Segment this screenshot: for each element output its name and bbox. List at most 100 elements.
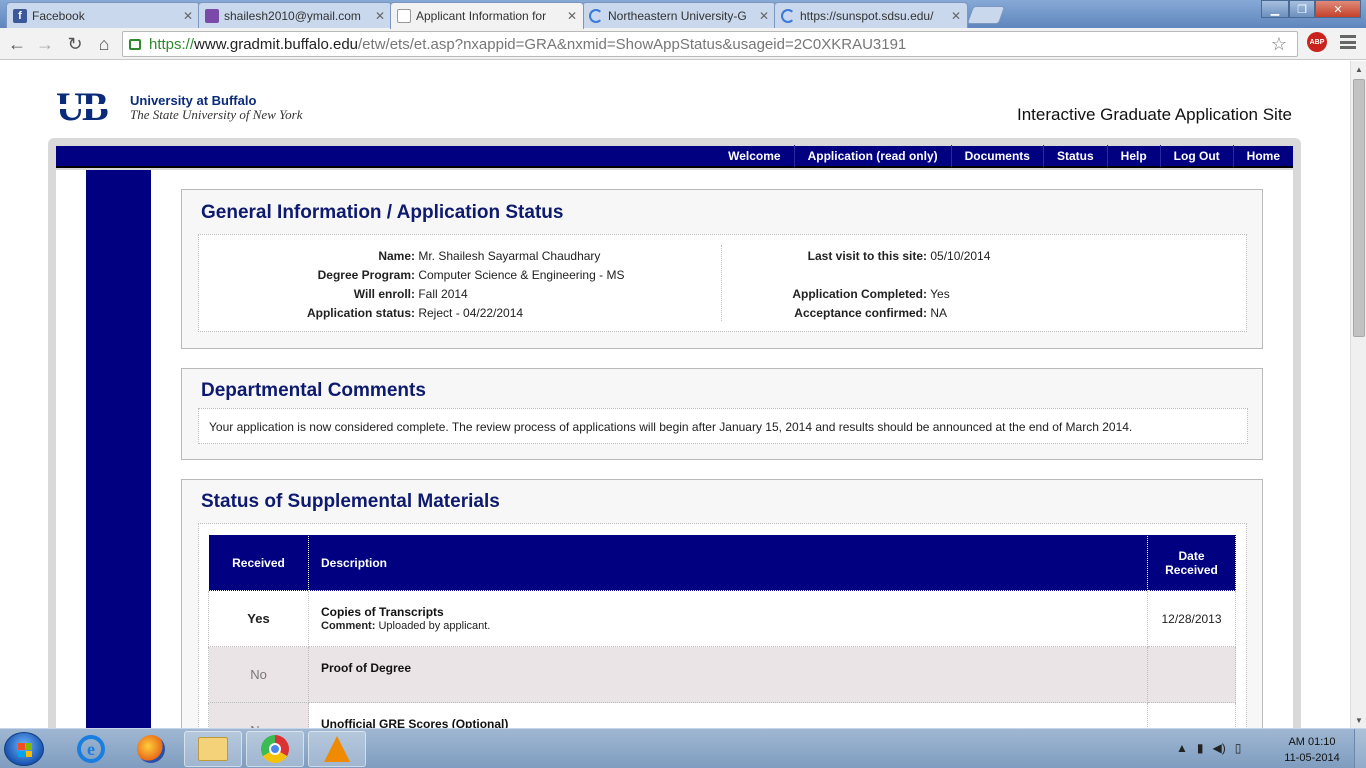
browser-tabstrip: f Facebook ✕ shailesh2010@ymail.com ✕ Ap… [0,0,1366,29]
comments-text: Your application is now considered compl… [209,420,1133,434]
info-name: Name: Mr. Shailesh Sayarmal Chaudhary [378,249,601,263]
loading-icon [781,8,795,23]
nav-status[interactable]: Status [1042,145,1107,167]
tab-title: Facebook [32,8,85,23]
comments-box: Your application is now considered compl… [198,408,1248,444]
col-received: Received [208,534,309,591]
firefox-icon [137,735,165,763]
address-bar[interactable]: https://www.gradmit.buffalo.edu/etw/ets/… [122,31,1298,57]
taskbar-chrome[interactable] [246,731,304,767]
close-tab-icon[interactable]: ✕ [375,9,385,23]
system-tray: ▲ ▮ ◀) ▯ [1176,741,1241,755]
home-icon[interactable]: ⌂ [92,32,116,56]
close-tab-icon[interactable]: ✕ [951,9,961,23]
general-info-heading: General Information / Application Status [201,202,564,223]
tab-title: Applicant Information for [416,9,547,23]
table-row: No Proof of Degree [208,646,1236,703]
nav-logout[interactable]: Log Out [1159,145,1233,167]
supplemental-panel: Status of Supplemental Materials Receive… [181,479,1263,728]
received-cell: Yes [208,590,309,647]
url-scheme: https:// [149,35,195,53]
material-title: Unofficial GRE Scores (Optional) [321,717,509,728]
supplemental-heading: Status of Supplemental Materials [201,491,500,512]
browser-tab-sdsu[interactable]: https://sunspot.sdsu.edu/ ✕ [774,2,968,28]
taskbar-ie[interactable]: e [62,731,120,767]
vertical-scrollbar[interactable]: ▲ ▼ [1350,61,1366,728]
new-tab-button[interactable] [966,6,1006,24]
scroll-up-icon[interactable]: ▲ [1351,61,1366,77]
minimize-button[interactable]: ▁ [1261,0,1289,18]
volume-icon[interactable]: ◀) [1213,741,1226,755]
info-will-enroll: Will enroll: Fall 2014 [353,287,468,301]
comments-panel: Departmental Comments Your application i… [181,368,1263,460]
nav-help[interactable]: Help [1106,145,1160,167]
maximize-button[interactable]: ❐ [1289,0,1315,18]
bookmark-star-icon[interactable]: ☆ [1271,34,1287,55]
info-last-visit: Last visit to this site: 05/10/2014 [807,249,991,263]
forward-arrow-icon[interactable]: → [33,32,57,56]
power-icon[interactable]: ▯ [1235,741,1242,755]
url-path: /etw/ets/et.asp?nxappid=GRA&nxmid=ShowAp… [358,35,907,53]
network-icon[interactable]: ▮ [1197,741,1204,755]
clock-time: AM 01:10 [1288,736,1336,748]
adblock-icon[interactable]: ABP [1307,32,1327,52]
taskbar-vlc[interactable] [308,731,366,767]
loading-icon [589,8,603,23]
taskbar-explorer[interactable] [184,731,242,767]
close-tab-icon[interactable]: ✕ [183,9,193,23]
col-description: Description [308,534,1148,591]
internet-explorer-icon: e [77,735,105,763]
top-nav: Welcome Application (read only) Document… [56,145,1293,168]
tab-title: shailesh2010@ymail.com [224,8,361,23]
description-cell: Proof of Degree [308,646,1148,703]
browser-tab-northeastern[interactable]: Northeastern University-G ✕ [582,2,776,28]
browser-toolbar: ← → ↻ ⌂ https://www.gradmit.buffalo.edu /… [0,28,1366,60]
scroll-down-icon[interactable]: ▼ [1351,712,1366,728]
received-cell: No [208,646,309,703]
nav-documents[interactable]: Documents [950,145,1043,167]
material-title: Copies of Transcripts [321,605,444,619]
ub-logo[interactable]: UB University at Buffalo The State Unive… [56,87,303,127]
close-window-button[interactable]: ✕ [1315,0,1361,18]
windows-flag-icon [18,743,32,757]
clock[interactable]: AM 01:10 11-05-2014 [1278,734,1346,766]
material-title: Proof of Degree [321,661,412,675]
browser-tab-applicant-info[interactable]: Applicant Information for ✕ [390,2,584,29]
taskbar: e ▲ ▮ ◀) ▯ AM 01:10 11-05-2014 [0,728,1366,768]
info-acceptance-confirmed: Acceptance confirmed: NA [794,306,948,320]
nav-application[interactable]: Application (read only) [793,145,951,167]
vlc-icon [324,736,350,762]
table-row: Yes Copies of Transcripts Comment: Uploa… [208,590,1236,647]
start-button[interactable] [4,732,44,766]
nav-home[interactable]: Home [1232,145,1293,167]
description-cell: Unofficial GRE Scores (Optional) [308,702,1148,728]
material-comment: Comment: Uploaded by applicant. [321,620,491,632]
lock-icon [129,38,141,50]
info-degree-program: Degree Program: Computer Science & Engin… [317,268,625,282]
info-application-status: Application status: Reject - 04/22/2014 [306,306,524,320]
col-date-received: Date Received [1147,534,1236,591]
tray-expand-icon[interactable]: ▲ [1176,741,1188,755]
browser-tab-mail[interactable]: shailesh2010@ymail.com ✕ [198,2,392,28]
clock-date: 11-05-2014 [1284,752,1340,764]
scrollbar-thumb[interactable] [1353,79,1365,337]
nav-welcome[interactable]: Welcome [715,145,793,167]
table-row: No Unofficial GRE Scores (Optional) [208,702,1236,728]
general-info-box: Name: Mr. Shailesh Sayarmal Chaudhary De… [198,234,1247,332]
taskbar-firefox[interactable] [122,731,180,767]
url-host: www.gradmit.buffalo.edu [194,35,359,53]
browser-menu-icon[interactable] [1340,35,1356,49]
reload-icon[interactable]: ↻ [63,32,87,56]
close-tab-icon[interactable]: ✕ [759,9,769,23]
close-tab-icon[interactable]: ✕ [567,9,577,23]
table-header-row: Received Description Date Received [208,534,1236,591]
show-desktop-button[interactable] [1354,729,1366,768]
chrome-icon [261,735,289,763]
browser-tab-facebook[interactable]: f Facebook ✕ [6,2,200,28]
university-name: University at Buffalo [130,92,257,108]
left-sidebar [86,170,151,728]
folder-icon [198,737,228,761]
general-info-panel: General Information / Application Status… [181,189,1263,349]
back-arrow-icon[interactable]: ← [5,32,29,56]
materials-table: Received Description Date Received Yes C… [208,534,1236,728]
